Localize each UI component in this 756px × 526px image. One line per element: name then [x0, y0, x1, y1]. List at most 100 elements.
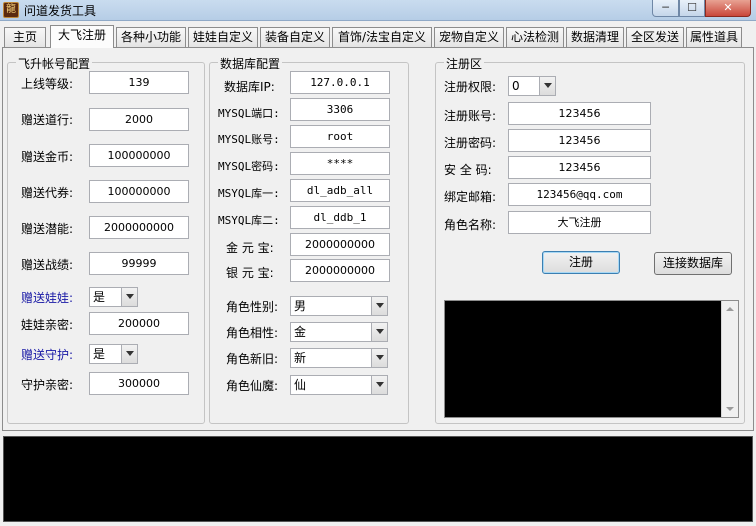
mysql-password-label: MYSQL密码:	[218, 160, 280, 173]
chevron-down-icon	[371, 323, 387, 341]
email-input[interactable]: 123456@qq.com	[508, 183, 651, 206]
tab-pet-custom[interactable]: 宠物自定义	[434, 27, 504, 47]
tab-dafei-register[interactable]: 大飞注册	[50, 25, 114, 48]
dragon-icon: 龍	[3, 2, 19, 18]
chevron-down-icon	[371, 297, 387, 315]
newold-select-value: 新	[294, 351, 307, 365]
close-button[interactable]: ✕	[705, 0, 751, 17]
tab-skill-check[interactable]: 心法检测	[506, 27, 564, 47]
gold-ingot-label: 金 元 宝:	[226, 241, 274, 255]
doll-intimacy-label: 娃娃亲密:	[21, 318, 74, 332]
role-name-label: 角色名称:	[444, 218, 497, 232]
guard-select-value: 是	[93, 347, 106, 361]
merit-label: 赠送战绩:	[21, 258, 74, 272]
newold-select[interactable]: 新	[290, 348, 388, 368]
db-config-group: 数据库配置 数据库IP: 127.0.0.1 MYSQL端口: 3306 MYS…	[209, 55, 409, 424]
tab-bar: 主页 大飞注册 各种小功能 娃娃自定义 装备自定义 首饰/法宝自定义 宠物自定义…	[2, 25, 754, 48]
doll-label: 赠送娃娃:	[21, 291, 74, 305]
element-label: 角色相性:	[226, 326, 279, 340]
register-button[interactable]: 注册	[542, 251, 620, 274]
element-select-value: 金	[294, 325, 307, 339]
mysql-db2-input[interactable]: dl_ddb_1	[290, 206, 390, 229]
db-ip-label: 数据库IP:	[224, 80, 275, 94]
level-input[interactable]: 139	[89, 71, 189, 94]
gender-select[interactable]: 男	[290, 296, 388, 316]
tab-jewelry-custom[interactable]: 首饰/法宝自定义	[332, 27, 432, 47]
tab-home[interactable]: 主页	[4, 27, 46, 47]
security-code-label: 安 全 码:	[444, 163, 492, 177]
gold-input[interactable]: 100000000	[89, 144, 189, 167]
doll-intimacy-input[interactable]: 200000	[89, 312, 189, 335]
register-perm-value: 0	[512, 79, 520, 93]
tab-misc-functions[interactable]: 各种小功能	[116, 27, 186, 47]
db-config-title: 数据库配置	[218, 55, 283, 72]
tab-doll-custom[interactable]: 娃娃自定义	[188, 27, 258, 47]
doll-select[interactable]: 是	[89, 287, 138, 307]
mysql-password-input[interactable]: ****	[290, 152, 390, 175]
register-title: 注册区	[444, 55, 485, 72]
mysql-user-label: MYSQL账号:	[218, 133, 280, 146]
mysql-db2-label: MSYQL库二:	[218, 214, 280, 227]
register-account-label: 注册账号:	[444, 109, 497, 123]
chevron-down-icon	[121, 288, 137, 306]
silver-ingot-label: 银 元 宝:	[226, 266, 274, 280]
element-select[interactable]: 金	[290, 322, 388, 342]
register-group: 注册区 注册权限: 0 注册账号: 123456 注册密码: 123456 安 …	[435, 55, 745, 424]
immortal-select[interactable]: 仙	[290, 375, 388, 395]
register-log-box[interactable]	[444, 300, 739, 418]
tab-attribute-items[interactable]: 属性道具	[686, 27, 742, 47]
voucher-label: 赠送代券:	[21, 186, 74, 200]
scroll-down-icon[interactable]	[726, 407, 734, 411]
db-ip-input[interactable]: 127.0.0.1	[290, 71, 390, 94]
immortal-select-value: 仙	[294, 378, 307, 392]
log-scrollbar[interactable]	[721, 301, 738, 417]
guard-select[interactable]: 是	[89, 344, 138, 364]
daoxing-input[interactable]: 2000	[89, 108, 189, 131]
immortal-label: 角色仙魔:	[226, 379, 279, 393]
account-config-group: 飞升帐号配置 上线等级: 139 赠送道行: 2000 赠送金币: 100000…	[7, 55, 205, 424]
newold-label: 角色新旧:	[226, 352, 279, 366]
silver-ingot-input[interactable]: 2000000000	[290, 259, 390, 282]
output-console[interactable]	[3, 436, 753, 522]
tab-all-server-send[interactable]: 全区发送	[626, 27, 684, 47]
daoxing-label: 赠送道行:	[21, 113, 74, 127]
mysql-user-input[interactable]: root	[290, 125, 390, 148]
merit-input[interactable]: 99999	[89, 252, 189, 275]
security-code-input[interactable]: 123456	[508, 156, 651, 179]
mysql-port-label: MYSQL端口:	[218, 107, 280, 120]
mysql-db1-label: MSYQL库一:	[218, 187, 280, 200]
guard-intimacy-input[interactable]: 300000	[89, 372, 189, 395]
gender-select-value: 男	[294, 299, 307, 313]
doll-select-value: 是	[93, 290, 106, 304]
voucher-input[interactable]: 100000000	[89, 180, 189, 203]
potential-label: 赠送潜能:	[21, 222, 74, 236]
title-bar: 龍 问道发货工具 ─ ☐ ✕	[0, 0, 756, 21]
register-password-label: 注册密码:	[444, 136, 497, 150]
chevron-down-icon	[121, 345, 137, 363]
register-password-input[interactable]: 123456	[508, 129, 651, 152]
tab-equipment-custom[interactable]: 装备自定义	[260, 27, 330, 47]
scroll-up-icon[interactable]	[726, 307, 734, 311]
gender-label: 角色性别:	[226, 300, 279, 314]
register-account-input[interactable]: 123456	[508, 102, 651, 125]
chevron-down-icon	[371, 376, 387, 394]
email-label: 绑定邮箱:	[444, 190, 497, 204]
potential-input[interactable]: 2000000000	[89, 216, 189, 239]
gold-label: 赠送金币:	[21, 150, 74, 164]
tab-panel: 飞升帐号配置 上线等级: 139 赠送道行: 2000 赠送金币: 100000…	[2, 47, 754, 431]
mysql-port-input[interactable]: 3306	[290, 98, 390, 121]
tab-data-cleanup[interactable]: 数据清理	[566, 27, 624, 47]
maximize-button[interactable]: ☐	[679, 0, 705, 17]
guard-label: 赠送守护:	[21, 348, 74, 362]
register-perm-select[interactable]: 0	[508, 76, 556, 96]
chevron-down-icon	[539, 77, 555, 95]
gold-ingot-input[interactable]: 2000000000	[290, 233, 390, 256]
level-label: 上线等级:	[21, 77, 74, 91]
role-name-input[interactable]: 大飞注册	[508, 211, 651, 234]
mysql-db1-input[interactable]: dl_adb_all	[290, 179, 390, 202]
account-config-title: 飞升帐号配置	[16, 55, 93, 72]
minimize-button[interactable]: ─	[652, 0, 679, 17]
connect-db-button[interactable]: 连接数据库	[654, 252, 732, 275]
window-title: 问道发货工具	[24, 4, 97, 18]
register-perm-label: 注册权限:	[444, 80, 497, 94]
